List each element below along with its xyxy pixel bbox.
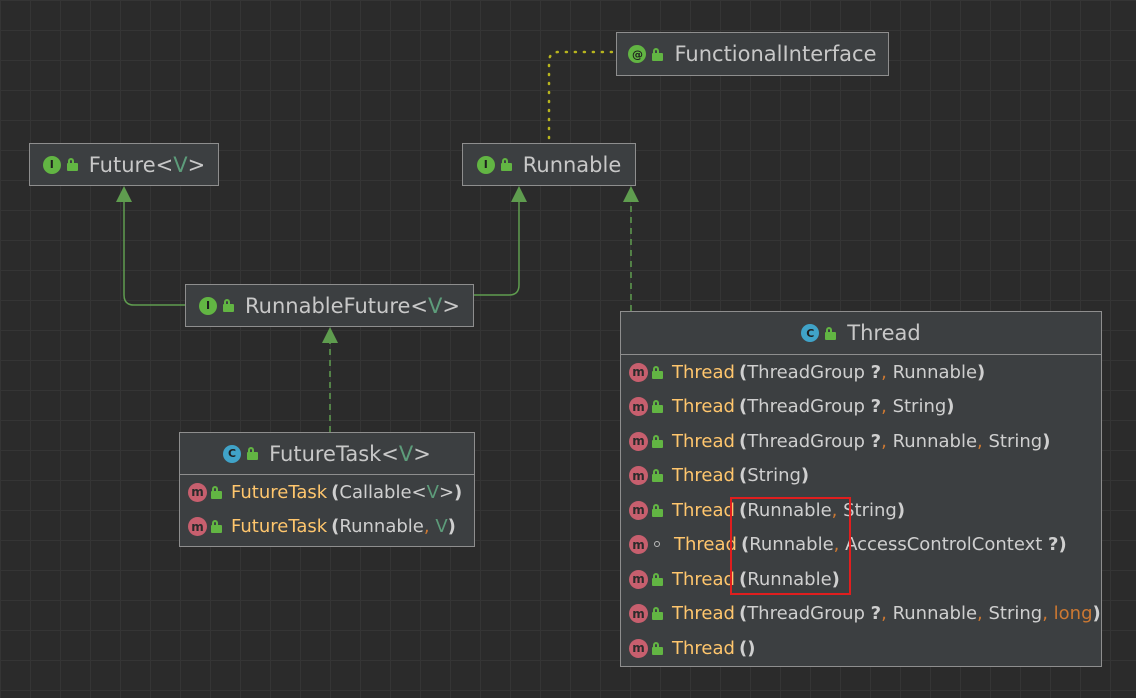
method-name: Thread (672, 361, 735, 383)
node-title: FutureTask<V> (269, 441, 431, 466)
member-row[interactable]: m Thread (Runnable) (621, 562, 1101, 597)
method-params: (ThreadGroup ?, String) (738, 396, 955, 418)
method-name: Thread (672, 568, 735, 590)
member-row[interactable]: m Thread (Runnable, String) (621, 493, 1101, 528)
method-params: (ThreadGroup ?, Runnable) (738, 361, 986, 383)
method-name: Thread (672, 430, 735, 452)
method-icon: m (629, 362, 648, 382)
public-lock-icon (652, 607, 664, 621)
method-icon: m (629, 535, 648, 555)
public-lock-icon (652, 572, 664, 586)
method-params: (Callable<V>) (331, 481, 463, 503)
public-lock-icon (247, 447, 259, 460)
member-row[interactable]: m Thread (Runnable, AccessControlContext ?… (621, 528, 1101, 563)
method-params: (ThreadGroup ?, Runnable, String, long) (738, 603, 1101, 625)
member-list: m Thread (ThreadGroup ?, Runnable) m Thread(… (621, 355, 1101, 666)
node-future-task[interactable]: C FutureTask<V> m FutureTask (Callable<V>)… (179, 432, 475, 547)
method-params: (ThreadGroup ?, Runnable, String) (738, 430, 1051, 452)
method-icon: m (188, 517, 207, 537)
method-params: () (738, 637, 756, 659)
node-title: FunctionalInterface (674, 42, 877, 66)
member-list: m FutureTask (Callable<V>) m FutureTask (Runn… (180, 475, 474, 544)
interface-icon: I (476, 155, 495, 174)
member-row[interactable]: m Thread (ThreadGroup ?, Runnable) (621, 355, 1101, 390)
method-params: (String) (738, 465, 810, 487)
method-name: Thread (672, 465, 735, 487)
interface-icon: I (42, 155, 61, 174)
node-runnable-future[interactable]: I RunnableFuture<V> (185, 284, 474, 327)
edge-runnable-future-extends-future (123, 200, 186, 306)
public-lock-icon (652, 365, 664, 379)
member-row[interactable]: m Thread (String) (621, 459, 1101, 494)
method-name: Thread (672, 603, 735, 625)
member-row[interactable]: m Thread (ThreadGroup ?, Runnable, String) (621, 424, 1101, 459)
method-params: (Runnable, V) (331, 516, 456, 538)
public-lock-icon (652, 641, 664, 655)
node-thread[interactable]: C Thread m Thread (ThreadGroup ?, Runnable… (620, 311, 1102, 667)
method-icon: m (188, 482, 207, 502)
node-title: Future<V> (88, 152, 206, 177)
public-lock-icon (652, 434, 664, 448)
method-name: FutureTask (231, 481, 328, 503)
method-icon: m (629, 604, 648, 624)
edge-runnable-future-extends-runnable (473, 200, 520, 296)
public-lock-icon (652, 47, 664, 61)
method-params: (Runnable, AccessControlContext ?) (740, 534, 1067, 556)
edge-runnable-functional-interface (547, 50, 615, 140)
method-icon: m (629, 466, 648, 486)
node-title: Thread (847, 321, 921, 345)
package-private-icon (652, 538, 664, 551)
method-params: (Runnable) (738, 568, 840, 590)
member-row[interactable]: m Thread (ThreadGroup ?, Runnable, String,… (621, 597, 1101, 632)
public-lock-icon (652, 503, 664, 517)
node-functional-interface[interactable]: @ FunctionalInterface (616, 32, 889, 76)
class-icon: C (223, 444, 242, 463)
node-runnable[interactable]: I Runnable (462, 143, 636, 186)
method-name: FutureTask (231, 516, 328, 538)
arrowhead-runnable-1 (511, 186, 527, 202)
member-row[interactable]: m FutureTask (Callable<V>) (180, 475, 474, 510)
method-name: Thread (672, 637, 735, 659)
method-icon: m (629, 500, 648, 520)
annotation-icon: @ (628, 45, 647, 63)
public-lock-icon (825, 326, 837, 340)
public-lock-icon (652, 400, 664, 414)
node-title: Runnable (522, 152, 622, 177)
member-row[interactable]: m FutureTask (Runnable, V) (180, 510, 474, 545)
interface-icon: I (199, 296, 217, 315)
public-lock-icon (652, 469, 664, 483)
method-name: Thread (672, 499, 735, 521)
method-icon: m (629, 569, 648, 589)
public-lock-icon (500, 158, 513, 171)
class-icon: C (801, 324, 820, 342)
method-icon: m (629, 431, 648, 451)
public-lock-icon (223, 299, 235, 312)
public-lock-icon (211, 520, 223, 534)
arrowhead-runnable-2 (623, 186, 639, 202)
member-row[interactable]: m Thread (ThreadGroup ?, String) (621, 390, 1101, 425)
public-lock-icon (211, 485, 223, 499)
method-icon: m (629, 397, 648, 417)
method-name: Thread (674, 534, 737, 556)
node-future[interactable]: I Future<V> (29, 143, 219, 186)
arrowhead-future (116, 186, 132, 202)
method-name: Thread (672, 396, 735, 418)
member-row[interactable]: m Thread() (621, 631, 1101, 666)
method-icon: m (629, 638, 648, 658)
method-params: (Runnable, String) (738, 499, 906, 521)
public-lock-icon (66, 158, 79, 171)
node-title: RunnableFuture<V> (245, 293, 460, 318)
arrowhead-runnable-future (322, 327, 338, 343)
